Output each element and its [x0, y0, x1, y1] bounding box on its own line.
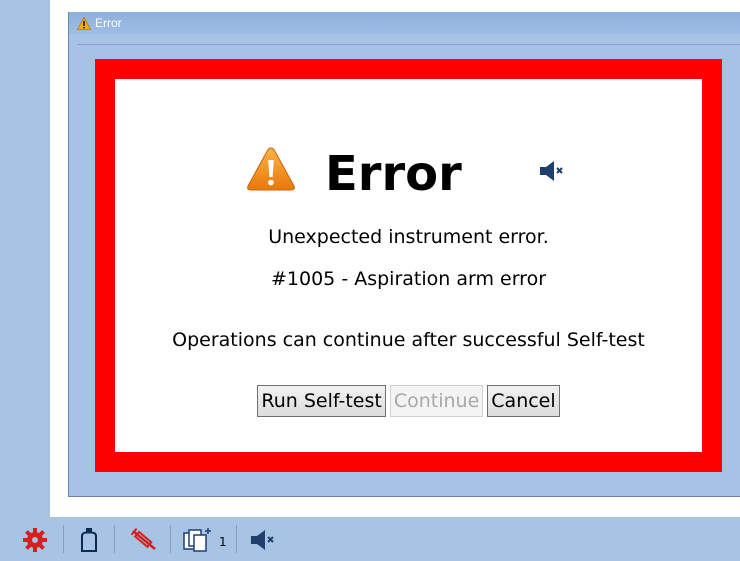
error-heading-row: Error: [115, 134, 702, 214]
window-title: Error: [95, 16, 122, 30]
taskbar-separator: [170, 525, 171, 553]
error-panel: Error Unexpected instrument error. #1005…: [115, 79, 702, 452]
continue-button[interactable]: Continue: [389, 385, 484, 417]
documents-count: 1: [219, 535, 227, 549]
cancel-button[interactable]: Cancel: [487, 385, 560, 417]
taskbar-separator: [114, 525, 115, 553]
taskbar-separator: [63, 525, 64, 553]
dialog-buttons: Run Self-test Continue Cancel: [115, 385, 702, 417]
error-instructions: Operations can continue after successful…: [172, 329, 645, 351]
window-titlebar[interactable]: Error: [69, 12, 740, 34]
taskbar: 1: [0, 517, 740, 561]
documents-icon[interactable]: [182, 527, 212, 553]
error-message: Unexpected instrument error.: [268, 226, 549, 248]
error-heading: Error: [325, 146, 462, 202]
syringe-disabled-icon[interactable]: [130, 527, 158, 553]
speaker-muted-icon[interactable]: [250, 527, 276, 553]
run-selftest-button[interactable]: Run Self-test: [257, 385, 386, 417]
warning-icon: [247, 147, 295, 191]
error-code: #1005 - Aspiration arm error: [271, 268, 546, 290]
bottle-icon[interactable]: [78, 527, 100, 553]
speaker-muted-icon[interactable]: [539, 160, 565, 182]
left-background-strip: [0, 0, 50, 517]
warning-icon: [77, 16, 91, 30]
error-panel-border: Error Unexpected instrument error. #1005…: [95, 59, 722, 472]
taskbar-separator: [236, 525, 237, 553]
gear-icon[interactable]: [22, 527, 48, 553]
